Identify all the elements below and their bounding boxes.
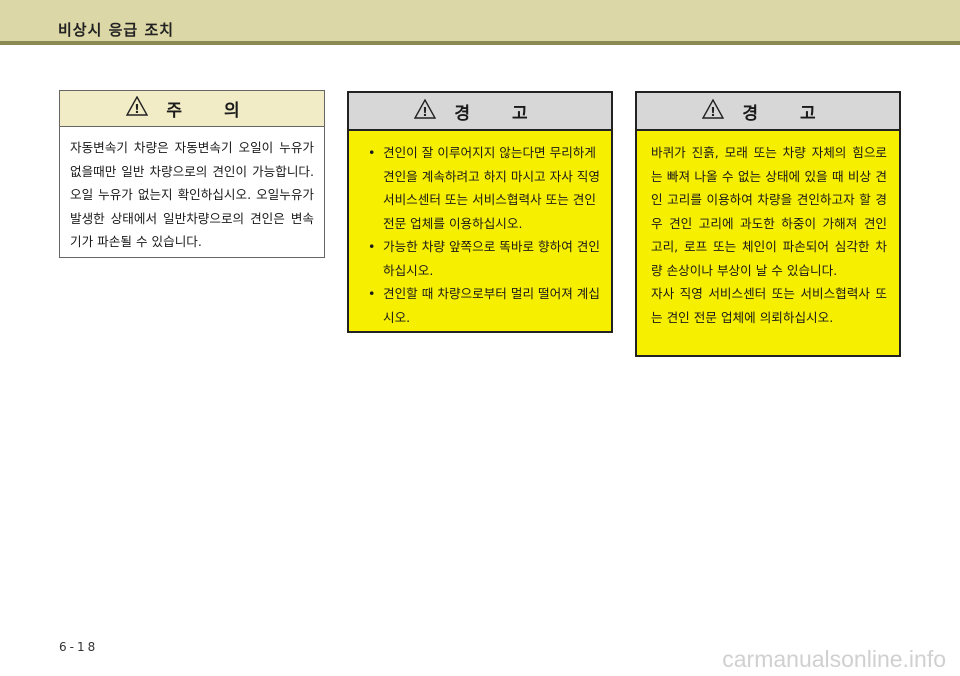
caution-text: 자동변속기 차량은 자동변속기 오일이 누유가 없을때만 일반 차량으로의 견인…	[70, 140, 314, 249]
warning-box-2: ! 경 고 바퀴가 진흙, 모래 또는 차량 자체의 힘으로는 빠져 나올 수 …	[635, 91, 901, 357]
svg-text:!: !	[423, 105, 428, 119]
warning-box-1: ! 경 고 견인이 잘 이루어지지 않는다면 무리하게 견인을 계속하려고 하지…	[347, 91, 613, 333]
warning-2-header: ! 경 고	[637, 93, 899, 131]
warning-2-body: 바퀴가 진흙, 모래 또는 차량 자체의 힘으로는 빠져 나올 수 없는 상태에…	[637, 131, 899, 329]
svg-text:!: !	[135, 102, 140, 116]
page-number: 6-18	[59, 640, 99, 654]
caution-header: ! 주 의	[60, 91, 324, 127]
warning-triangle-icon: !	[126, 95, 149, 121]
header-rule	[0, 41, 960, 45]
warning-2-paragraph-2: 자사 직영 서비스센터 또는 서비스협력사 또는 견인 전문 업체에 의뢰하십시…	[651, 286, 887, 325]
caution-title: 주 의	[166, 101, 258, 121]
caution-box: ! 주 의 자동변속기 차량은 자동변속기 오일이 누유가 없을때만 일반 차량…	[59, 90, 325, 258]
watermark: carmanualsonline.info	[722, 646, 946, 672]
page-section-title: 비상시 응급 조치	[58, 21, 175, 39]
list-item: 가능한 차량 앞쪽으로 똑바로 향하여 견인하십시오.	[359, 235, 601, 282]
warning-triangle-icon: !	[702, 98, 725, 124]
warning-2-title: 경 고	[742, 103, 834, 124]
svg-text:!: !	[711, 105, 716, 119]
warning-1-body: 견인이 잘 이루어지지 않는다면 무리하게 견인을 계속하려고 하지 마시고 자…	[349, 131, 611, 329]
warning-triangle-icon: !	[414, 98, 437, 124]
list-item: 견인할 때 차량으로부터 멀리 떨어져 계십시오.	[359, 282, 601, 329]
warning-1-header: ! 경 고	[349, 93, 611, 131]
list-item: 견인이 잘 이루어지지 않는다면 무리하게 견인을 계속하려고 하지 마시고 자…	[359, 141, 601, 235]
warning-1-title: 경 고	[454, 103, 546, 124]
warning-2-paragraph-1: 바퀴가 진흙, 모래 또는 차량 자체의 힘으로는 빠져 나올 수 없는 상태에…	[651, 145, 887, 278]
